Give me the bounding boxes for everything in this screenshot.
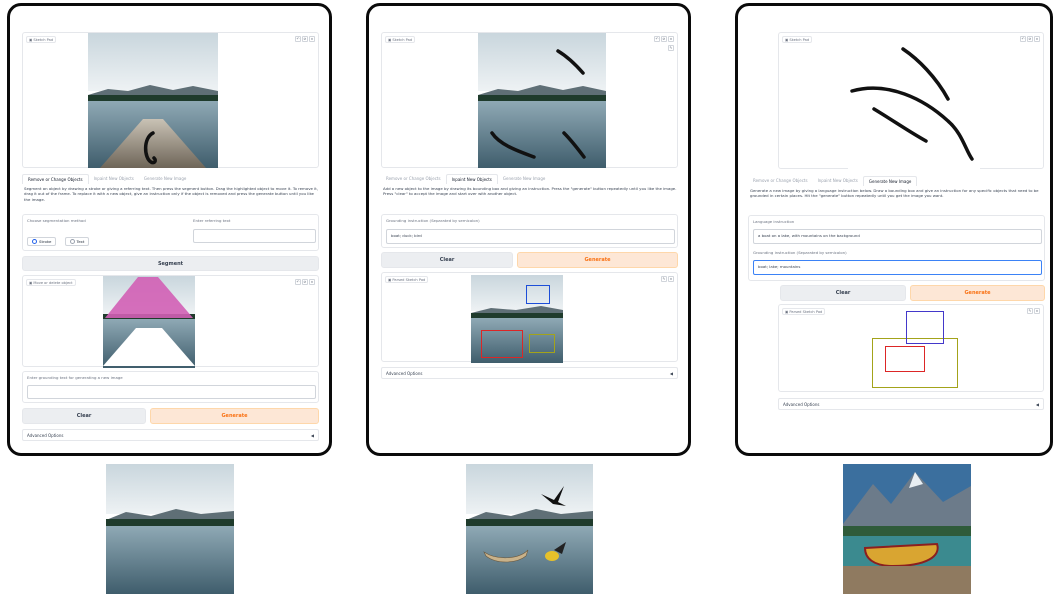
edit-icon[interactable]: ✎ xyxy=(661,276,667,282)
clear-button[interactable]: Clear xyxy=(780,285,906,301)
panel-remove-change: ▣ Sketch Pad ↶ ⊘ × Remove or Change Objects… xyxy=(7,3,332,456)
bbox-mountains xyxy=(906,311,944,344)
sketch-pad-label: ▣ Sketch Pad xyxy=(782,36,813,43)
parsed-sketch-label: ▣ Parsed Sketch Pad xyxy=(782,308,826,315)
sketch-pad[interactable]: ▣ Sketch Pad ↶ ⊘ × ✎ xyxy=(381,32,678,168)
move-delete-label: ▣ Move or delete object xyxy=(26,279,76,286)
parsed-sketch-pad: ▣ Parsed Sketch Pad ✎ × xyxy=(381,272,678,363)
close-icon[interactable]: × xyxy=(1034,308,1040,314)
panel-inpaint-new: ▣ Sketch Pad ↶ ⊘ × ✎ Remove or Change Objec… xyxy=(366,3,691,456)
close-icon[interactable]: × xyxy=(1034,36,1040,42)
tab-generate-new[interactable]: Generate New Image xyxy=(139,174,191,184)
tab-remove-change[interactable]: Remove or Change Objects xyxy=(381,174,446,184)
undo-icon[interactable]: ↶ xyxy=(295,36,301,42)
instruction-box: Language instruction a boat on a lake, w… xyxy=(748,215,1045,281)
mode-description: Segment an object by drawing a stroke or… xyxy=(24,186,319,202)
grounding-box: Grounding instruction (Separated by semi… xyxy=(381,214,678,248)
parsed-sketch-pad: ▣ Parsed Sketch Pad ✎ × xyxy=(778,304,1044,392)
sketch-canvas-image[interactable] xyxy=(478,33,606,168)
undo-icon[interactable]: ↶ xyxy=(654,36,660,42)
tab-generate-new[interactable]: Generate New Image xyxy=(498,174,550,184)
bbox-bird xyxy=(526,285,550,304)
image-icon: ▣ xyxy=(785,309,789,314)
grounding-text-label: Enter grounding text for generating a ne… xyxy=(27,375,123,380)
image-icon: ▣ xyxy=(388,277,392,282)
seg-method-radios: Stroke Text xyxy=(27,229,92,248)
close-icon[interactable]: × xyxy=(309,279,315,285)
clear-icon[interactable]: ⊘ xyxy=(302,36,308,42)
clear-icon[interactable]: ⊘ xyxy=(302,279,308,285)
advanced-options[interactable]: Advanced Options ◀ xyxy=(381,367,678,379)
collapse-arrow-icon: ◀ xyxy=(1035,401,1039,407)
image-icon: ▣ xyxy=(29,37,33,42)
sketch-canvas-image[interactable] xyxy=(88,33,218,168)
move-delete-pad[interactable]: ▣ Move or delete object ↶ ⊘ × xyxy=(22,275,319,368)
sketch-pad[interactable]: ▣ Sketch Pad ↶ ⊘ × xyxy=(778,32,1044,169)
tab-remove-change[interactable]: Remove or Change Objects xyxy=(22,174,89,184)
clear-button[interactable]: Clear xyxy=(381,252,513,268)
advanced-options[interactable]: Advanced Options ◀ xyxy=(778,398,1044,410)
mode-tabs: Remove or Change Objects Inpaint New Obj… xyxy=(381,174,550,184)
undo-icon[interactable]: ↶ xyxy=(1020,36,1026,42)
pen-icon[interactable]: ✎ xyxy=(668,45,674,51)
segment-button[interactable]: Segment xyxy=(22,256,319,271)
grounding-input[interactable]: boat; lake; mountains xyxy=(753,260,1042,275)
language-input[interactable]: a boat on a lake, with mountains on the … xyxy=(753,229,1042,244)
clear-icon[interactable]: ⊘ xyxy=(1027,36,1033,42)
mode-description: Add a new object to the image by drawing… xyxy=(383,186,677,197)
sketch-pad-label: ▣ Sketch Pad xyxy=(385,36,416,43)
mode-description: Generate a new image by giving a languag… xyxy=(750,188,1039,199)
radio-empty-icon xyxy=(69,239,75,244)
radio-selected-icon xyxy=(32,239,37,244)
grounding-label: Grounding instruction (Separated by semi… xyxy=(753,250,847,255)
image-icon: ▣ xyxy=(785,37,789,42)
undo-icon[interactable]: ↶ xyxy=(295,279,301,285)
close-icon[interactable]: × xyxy=(668,276,674,282)
clear-icon[interactable]: ⊘ xyxy=(661,36,667,42)
tab-remove-change[interactable]: Remove or Change Objects xyxy=(748,176,813,186)
move-canvas-image[interactable] xyxy=(103,276,195,368)
bbox-boat xyxy=(885,346,925,372)
collapse-arrow-icon: ◀ xyxy=(669,370,673,376)
result-image-generated xyxy=(843,464,971,594)
language-label: Language instruction xyxy=(753,219,795,224)
grounding-text-input[interactable] xyxy=(27,385,316,399)
sketch-canvas[interactable] xyxy=(848,33,980,169)
tab-inpaint-new[interactable]: Inpaint New Objects xyxy=(813,176,863,186)
grounding-text-box: Enter grounding text for generating a ne… xyxy=(22,371,319,403)
bbox-duck xyxy=(529,334,555,353)
generate-button[interactable]: Generate xyxy=(150,408,319,424)
generate-button[interactable]: Generate xyxy=(910,285,1045,301)
mode-tabs: Remove or Change Objects Inpaint New Obj… xyxy=(748,176,918,186)
close-icon[interactable]: × xyxy=(309,36,315,42)
tab-generate-new[interactable]: Generate New Image xyxy=(862,176,918,186)
panel-generate-new: ▣ Sketch Pad ↶ ⊘ × Remove or Change Objects… xyxy=(735,3,1053,456)
generate-button[interactable]: Generate xyxy=(517,252,678,268)
referring-input[interactable] xyxy=(193,229,316,243)
grounding-label: Grounding instruction (Separated by semi… xyxy=(386,218,480,223)
image-icon: ▣ xyxy=(29,280,33,285)
image-icon: ▣ xyxy=(388,37,392,42)
result-image-inpainted xyxy=(466,464,593,594)
bbox-boat xyxy=(481,330,523,358)
parsed-sketch-label: ▣ Parsed Sketch Pad xyxy=(385,276,429,283)
collapse-arrow-icon: ◀ xyxy=(310,432,314,438)
edit-icon[interactable]: ✎ xyxy=(1027,308,1033,314)
segmentation-box: Choose segmentation method Stroke Text E… xyxy=(22,214,319,251)
result-image-removed xyxy=(106,464,234,594)
close-icon[interactable]: × xyxy=(668,36,674,42)
referring-label: Enter referring text xyxy=(193,218,231,223)
tab-inpaint-new[interactable]: Inpaint New Objects xyxy=(89,174,139,184)
sketch-pad-label: ▣ Sketch Pad xyxy=(26,36,57,43)
tab-inpaint-new[interactable]: Inpaint New Objects xyxy=(445,174,498,184)
clear-button[interactable]: Clear xyxy=(22,408,146,424)
advanced-options[interactable]: Advanced Options ◀ xyxy=(22,429,319,441)
radio-stroke[interactable]: Stroke xyxy=(27,237,57,246)
grounding-input[interactable]: boat; duck; bird xyxy=(386,229,675,244)
sketch-pad[interactable]: ▣ Sketch Pad ↶ ⊘ × xyxy=(22,32,319,168)
mode-tabs: Remove or Change Objects Inpaint New Obj… xyxy=(22,174,191,184)
radio-text[interactable]: Text xyxy=(64,237,90,246)
seg-method-label: Choose segmentation method xyxy=(27,218,86,223)
